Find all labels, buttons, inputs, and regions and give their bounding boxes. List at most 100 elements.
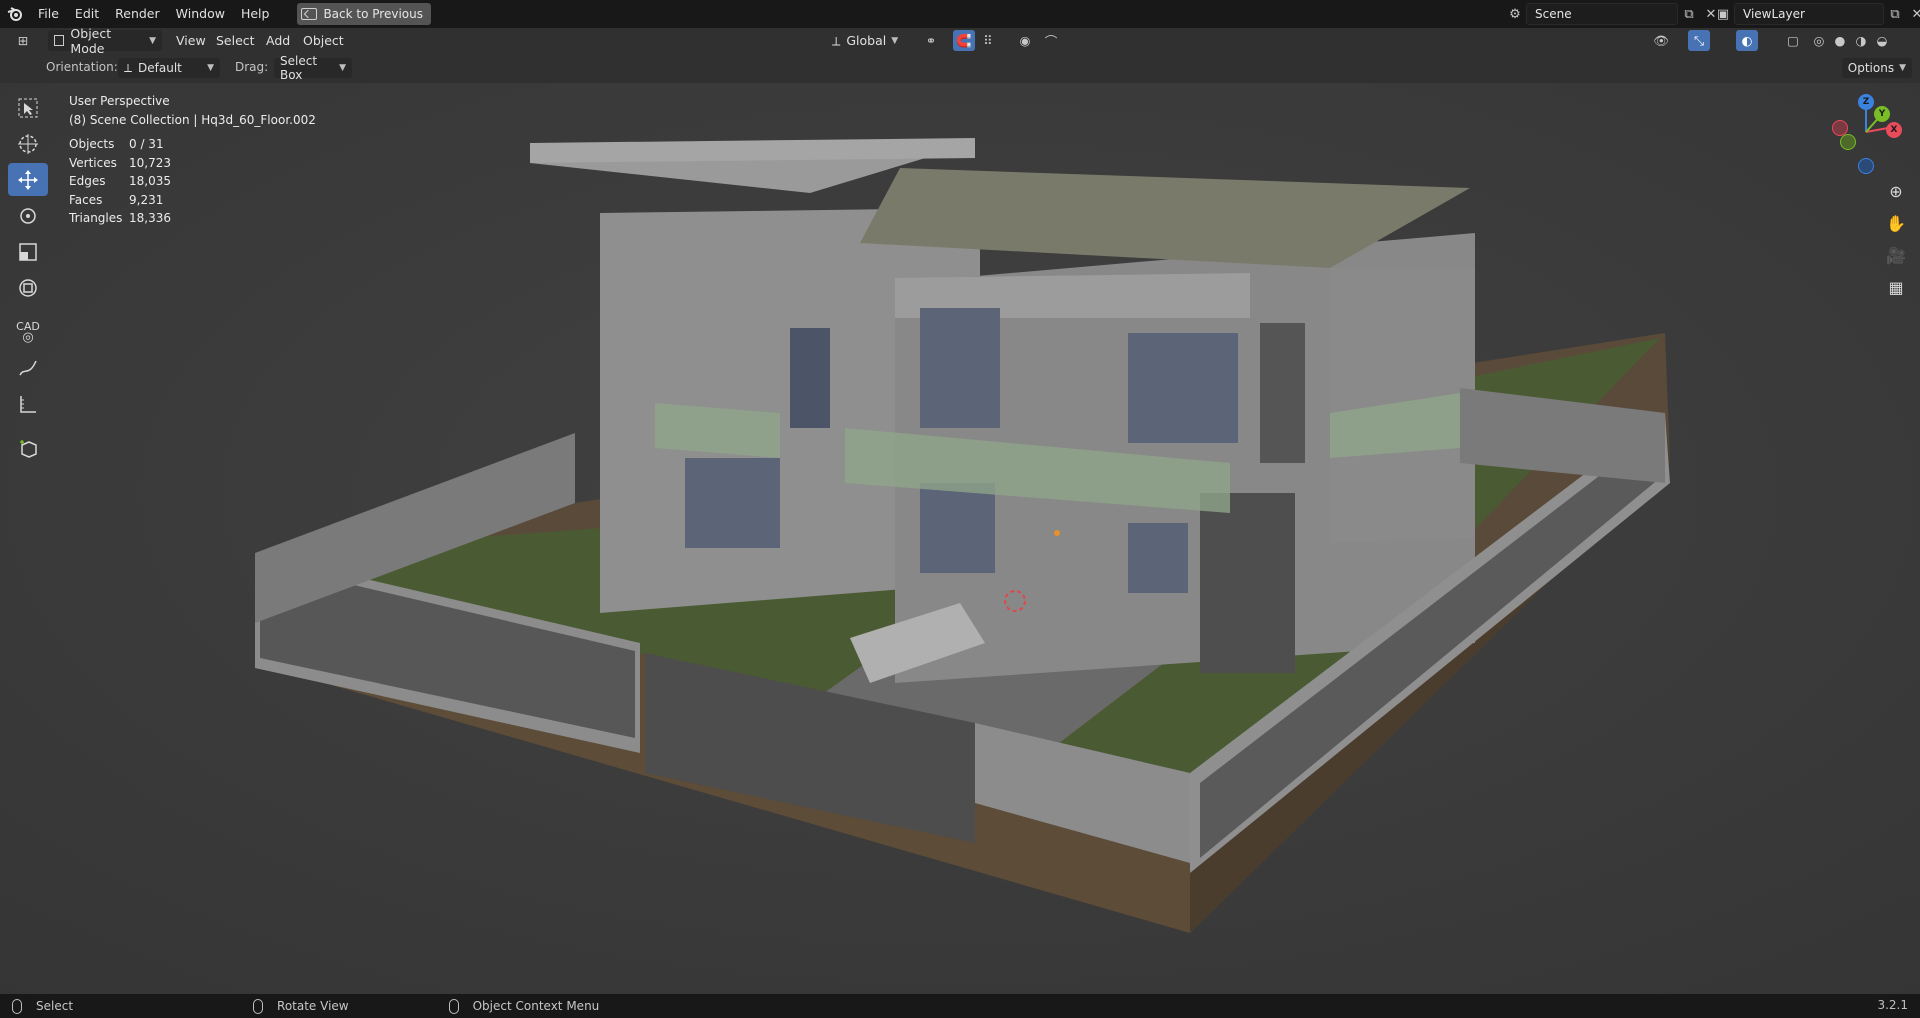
navigation-controls: ⊕ ✋ 🎥 ▦: [1883, 180, 1909, 298]
mode-dropdown[interactable]: Object Mode ▼: [48, 26, 162, 56]
stat-edges: Edges 18,035: [69, 172, 316, 191]
falloff-icon[interactable]: ⌒: [1040, 30, 1062, 51]
visibility-icon[interactable]: 👁: [1650, 30, 1672, 51]
back-icon: [301, 8, 318, 20]
stat-value: 9,231: [129, 192, 164, 207]
editor-type-icon[interactable]: ⊞: [12, 30, 34, 51]
overlay-toggle-icon[interactable]: ◐: [1736, 30, 1758, 51]
drag-value: Select Box: [280, 54, 318, 82]
status-context: Object Context Menu: [448, 998, 599, 1014]
status-rotate-label: Rotate View: [277, 999, 349, 1013]
proportional-edit-icon[interactable]: ◉: [1014, 30, 1036, 51]
menu-edit[interactable]: Edit: [67, 0, 107, 28]
xray-icon[interactable]: ▢: [1782, 30, 1804, 51]
add-cube-tool[interactable]: [8, 431, 48, 464]
orientation-icon: ⟂: [832, 32, 841, 48]
menu-select[interactable]: Select: [216, 30, 255, 51]
neg-z-axis-ball[interactable]: [1858, 158, 1874, 174]
menu-file[interactable]: File: [30, 0, 67, 28]
orientation-value: Default: [138, 61, 182, 75]
navigation-gizmo[interactable]: Z Y X: [1826, 92, 1906, 174]
view-layer-selector: ▣ ViewLayer ⧉ ✕: [1712, 3, 1920, 25]
menu-object[interactable]: Object: [303, 30, 344, 51]
cad-icon: ◎: [22, 329, 34, 345]
mode-label: Object Mode: [70, 25, 112, 56]
snap-target-icon[interactable]: ⠿: [977, 30, 999, 51]
scene-icon[interactable]: ⚙: [1504, 3, 1526, 25]
measure-tool[interactable]: [8, 387, 48, 420]
stat-value: 0 / 31: [129, 137, 164, 151]
view-layer-field[interactable]: ViewLayer: [1734, 3, 1884, 25]
view-layer-name: ViewLayer: [1743, 7, 1805, 21]
options-dropdown[interactable]: Options ▼: [1841, 58, 1912, 78]
new-view-layer-icon[interactable]: ⧉: [1884, 3, 1906, 25]
viewport-stats-overlay: User Perspective (8) Scene Collection | …: [69, 92, 316, 228]
menu-window[interactable]: Window: [168, 0, 233, 28]
gizmo-toggle-icon[interactable]: ⤡: [1688, 30, 1710, 51]
rendered-shading-icon[interactable]: ◒: [1871, 30, 1893, 51]
scene-name: Scene: [1535, 7, 1572, 21]
remove-view-layer-icon[interactable]: ✕: [1906, 3, 1920, 25]
ortho-grid-icon[interactable]: ▦: [1883, 276, 1909, 298]
collection-info: (8) Scene Collection | Hq3d_60_Floor.002: [69, 112, 316, 127]
options-label: Options: [1847, 61, 1895, 75]
transform-orientation-label: Global: [846, 33, 887, 48]
cad-transform-tool[interactable]: CAD ◎: [8, 315, 48, 348]
stat-vertices: Vertices 10,723: [69, 154, 316, 173]
middle-mouse-icon: [253, 998, 264, 1014]
back-to-previous-button[interactable]: Back to Previous: [297, 3, 431, 25]
wireframe-shading-icon[interactable]: ◎: [1808, 30, 1830, 51]
menu-view[interactable]: View: [176, 30, 206, 51]
y-axis-ball[interactable]: Y: [1874, 106, 1890, 122]
transform-tool[interactable]: [8, 271, 48, 304]
annotate-tool[interactable]: [8, 351, 48, 384]
menu-help[interactable]: Help: [233, 0, 278, 28]
new-scene-icon[interactable]: ⧉: [1678, 3, 1700, 25]
stat-key: Edges: [69, 174, 106, 188]
status-bar: Select Rotate View Object Context Menu 3…: [0, 994, 1920, 1018]
orientation-label: Orientation:: [46, 60, 118, 74]
tool-settings-bar: Orientation: ⟂ Default ▼ Drag: Select Box…: [0, 53, 1920, 83]
stat-faces: Faces 9,231: [69, 191, 316, 210]
view-layer-icon[interactable]: ▣: [1712, 3, 1734, 25]
stat-value: 10,723: [129, 155, 171, 170]
x-axis-ball[interactable]: X: [1886, 122, 1902, 138]
pan-hand-icon[interactable]: ✋: [1883, 212, 1909, 234]
cursor-tool[interactable]: [8, 127, 48, 160]
move-tool[interactable]: [8, 163, 48, 196]
zoom-icon[interactable]: ⊕: [1883, 180, 1909, 202]
scene-selector: ⚙ Scene ⧉ ✕: [1504, 3, 1722, 25]
chevron-down-icon: ▼: [1899, 63, 1906, 73]
blender-logo-icon[interactable]: [0, 0, 30, 28]
version-label: 3.2.1: [1877, 998, 1908, 1012]
transform-orientation-dropdown[interactable]: ⟂ Global ▼: [832, 30, 898, 51]
stat-value: 18,336: [129, 211, 171, 225]
menu-render[interactable]: Render: [107, 0, 168, 28]
menu-add[interactable]: Add: [266, 30, 290, 51]
orientation-dropdown[interactable]: ⟂ Default ▼: [118, 58, 220, 78]
pivot-point-icon[interactable]: ⚭: [920, 30, 942, 51]
material-shading-icon[interactable]: ◑: [1850, 30, 1872, 51]
chevron-down-icon: ▼: [891, 35, 899, 46]
solid-shading-icon[interactable]: ●: [1829, 30, 1851, 51]
stat-key: Objects: [69, 137, 115, 151]
stat-key: Vertices: [69, 155, 117, 170]
z-axis-ball[interactable]: Z: [1858, 94, 1874, 110]
rotate-tool[interactable]: [8, 199, 48, 232]
status-select-label: Select: [36, 999, 74, 1013]
top-menu-bar: File Edit Render Window Help Back to Pre…: [0, 0, 1920, 28]
stat-triangles: Triangles 18,336: [69, 209, 316, 228]
back-label: Back to Previous: [323, 7, 423, 21]
orientation-icon: ⟂: [124, 60, 133, 75]
mode-icon: [54, 35, 65, 46]
scene-field[interactable]: Scene: [1526, 3, 1678, 25]
scale-tool[interactable]: [8, 235, 48, 268]
stat-value: 18,035: [129, 174, 171, 188]
snap-toggle-icon[interactable]: 🧲: [953, 30, 975, 51]
select-box-tool[interactable]: [8, 91, 48, 124]
chevron-down-icon: ▼: [207, 63, 214, 73]
camera-view-icon[interactable]: 🎥: [1883, 244, 1909, 266]
viewport-header: ⊞ Object Mode ▼ View Select Add Object ⟂ …: [0, 26, 1920, 56]
drag-dropdown[interactable]: Select Box ▼: [274, 54, 352, 82]
neg-y-axis-ball[interactable]: [1840, 134, 1856, 150]
